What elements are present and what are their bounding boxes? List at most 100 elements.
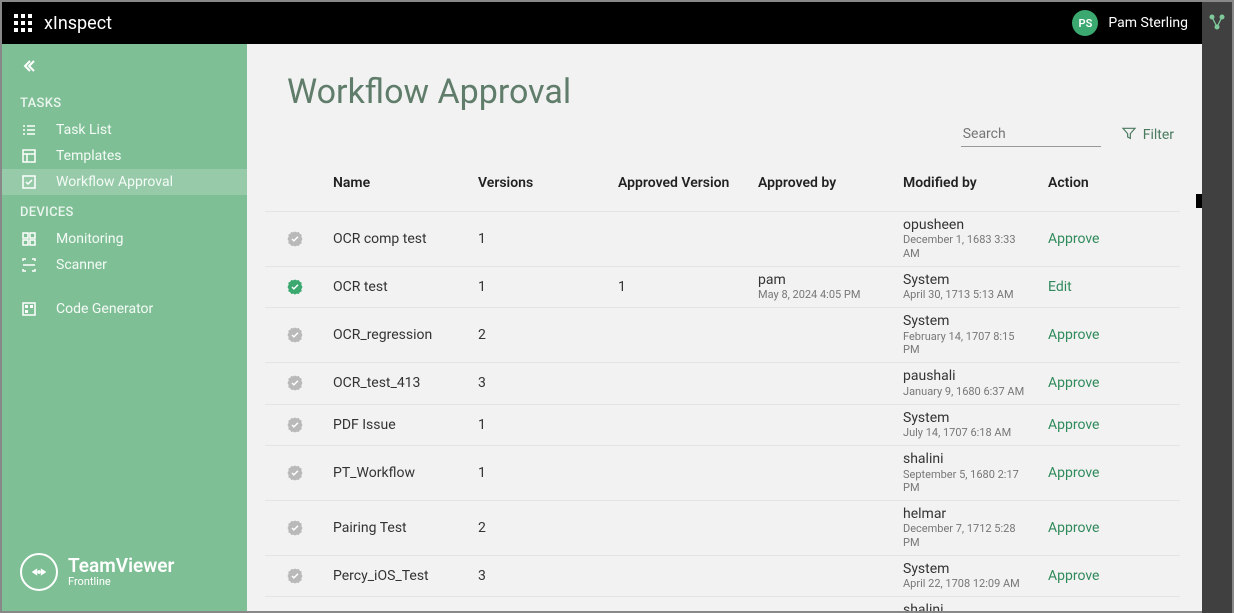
right-tool-strip (1202, 2, 1232, 613)
sidebar-item-label: Templates (56, 148, 122, 164)
approve-link[interactable]: Approve (1048, 327, 1099, 343)
collapse-sidebar-icon[interactable] (2, 44, 247, 86)
cell-approved-by (750, 555, 895, 597)
sidebar-item-task-list[interactable]: Task List (2, 117, 247, 143)
cell-modified-by: SystemJuly 14, 1707 6:18 AM (895, 404, 1040, 446)
table-row[interactable]: PT_Workflow1shaliniSeptember 5, 1680 2:1… (265, 446, 1180, 501)
template-icon (20, 147, 38, 165)
scanner-icon (20, 256, 38, 274)
cell-modified-by: paushaliJanuary 9, 1680 6:37 AM (895, 363, 1040, 405)
cell-versions: 3 (470, 363, 610, 405)
code-icon (20, 300, 38, 318)
cell-name: Powerpoint_wf (325, 597, 470, 611)
pending-badge-icon (273, 464, 317, 482)
filter-icon (1121, 125, 1137, 145)
table-row[interactable]: OCR_test_4133 paushaliJanuary 9, 1680 6:3… (265, 363, 1180, 405)
cell-name: OCR test (325, 266, 470, 308)
brand-footer: TeamViewer Frontline (2, 543, 247, 611)
cell-versions: 1 (470, 404, 610, 446)
col-action[interactable]: Action (1040, 161, 1180, 212)
sidebar-item-code-generator[interactable]: Code Generator (2, 296, 247, 322)
cell-modified-by: SystemFebruary 14, 1707 8:15 PM (895, 308, 1040, 363)
cell-name: Percy_iOS_Test (325, 555, 470, 597)
filter-button[interactable]: Filter (1121, 125, 1174, 145)
cell-name: OCR_regression (325, 308, 470, 363)
approve-link[interactable]: Approve (1048, 465, 1099, 481)
workflow-table: Name Versions Approved Version Approved … (265, 161, 1180, 611)
table-row[interactable]: Pairing Test2helmarDecember 7, 1712 5:28… (265, 501, 1180, 556)
cell-modified-by: opusheenDecember 1, 1683 3:33 AM (895, 212, 1040, 267)
cell-versions: 1 (470, 212, 610, 267)
table-row[interactable]: OCR test11pamMay 8, 2024 4:05 PMSystemAp… (265, 266, 1180, 308)
edit-link[interactable]: Edit (1048, 279, 1072, 295)
col-name[interactable]: Name (325, 161, 470, 212)
table-row[interactable]: OCR comp test1 opusheenDecember 1, 1683 3… (265, 212, 1180, 267)
sidebar-item-label: Scanner (56, 257, 107, 273)
table-row[interactable]: PDF Issue1 SystemJuly 14, 1707 6:18 AM App… (265, 404, 1180, 446)
cell-name: Pairing Test (325, 501, 470, 556)
approve-link[interactable]: Approve (1048, 375, 1099, 391)
cell-versions: 2 (470, 308, 610, 363)
cell-approved-version (610, 212, 750, 267)
col-approved-version[interactable]: Approved Version (610, 161, 750, 212)
approved-badge-icon (273, 278, 317, 296)
cell-approved-by (750, 597, 895, 611)
cell-approved-version (610, 555, 750, 597)
cell-approved-by (750, 308, 895, 363)
search-input[interactable] (961, 122, 1101, 147)
cell-modified-by: shaliniSeptember 5, 1680 2:17 PM (895, 446, 1040, 501)
approve-link[interactable]: Approve (1048, 568, 1099, 584)
col-versions[interactable]: Versions (470, 161, 610, 212)
cell-approved-version: 1 (610, 266, 750, 308)
sidebar-section-title: DEVICES (2, 195, 247, 226)
cell-approved-version (610, 446, 750, 501)
scrollbar-thumb[interactable] (1196, 194, 1202, 208)
pending-badge-icon (273, 416, 317, 434)
cell-name: OCR comp test (325, 212, 470, 267)
col-approved-by[interactable]: Approved by (750, 161, 895, 212)
col-modified-by[interactable]: Modified by (895, 161, 1040, 212)
topbar: xInspect PS Pam Sterling (2, 2, 1202, 44)
cell-name: PDF Issue (325, 404, 470, 446)
pending-badge-icon (273, 374, 317, 392)
username[interactable]: Pam Sterling (1108, 15, 1188, 31)
approve-link[interactable]: Approve (1048, 231, 1099, 247)
sidebar: TASKSTask ListTemplatesWorkflow Approval… (2, 44, 247, 611)
cell-versions: 3 (470, 597, 610, 611)
sidebar-item-label: Task List (56, 122, 112, 138)
page-title: Workflow Approval (247, 44, 1202, 122)
filter-label: Filter (1143, 127, 1174, 143)
cell-approved-version (610, 404, 750, 446)
pending-badge-icon (273, 519, 317, 537)
cell-approved-version (610, 597, 750, 611)
cell-approved-by (750, 212, 895, 267)
apps-grid-icon[interactable] (2, 2, 44, 44)
avatar[interactable]: PS (1072, 10, 1098, 36)
sidebar-item-label: Monitoring (56, 231, 124, 247)
table-row[interactable]: OCR_regression2 SystemFebruary 14, 1707 8… (265, 308, 1180, 363)
cell-versions: 1 (470, 446, 610, 501)
cell-approved-by (750, 446, 895, 501)
table-row[interactable]: Percy_iOS_Test3SystemApril 22, 1708 12:0… (265, 555, 1180, 597)
sidebar-item-monitoring[interactable]: Monitoring (2, 226, 247, 252)
cell-approved-by (750, 404, 895, 446)
cell-approved-version (610, 501, 750, 556)
grid-icon (20, 230, 38, 248)
connector-icon[interactable] (1207, 12, 1227, 613)
check-icon (20, 173, 38, 191)
pending-badge-icon (273, 230, 317, 248)
approve-link[interactable]: Approve (1048, 520, 1099, 536)
approve-link[interactable]: Approve (1048, 417, 1099, 433)
list-icon (20, 121, 38, 139)
cell-modified-by: SystemApril 30, 1713 5:13 AM (895, 266, 1040, 308)
sidebar-item-workflow-approval[interactable]: Workflow Approval (2, 169, 247, 195)
cell-approved-by (750, 501, 895, 556)
table-row[interactable]: Powerpoint_wf3shaliniSeptember 4, 1700 5… (265, 597, 1180, 611)
sidebar-item-templates[interactable]: Templates (2, 143, 247, 169)
cell-name: OCR_test_413 (325, 363, 470, 405)
brand-line1: TeamViewer (68, 556, 174, 575)
sidebar-item-label: Code Generator (56, 301, 153, 317)
app-title: xInspect (44, 13, 112, 34)
cell-versions: 3 (470, 555, 610, 597)
sidebar-item-scanner[interactable]: Scanner (2, 252, 247, 278)
